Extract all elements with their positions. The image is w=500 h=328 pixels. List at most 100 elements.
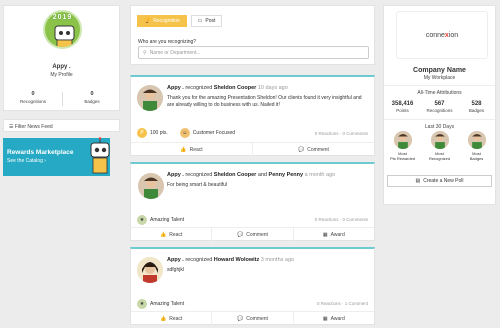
amazing-talent-badge-icon: ★ xyxy=(137,299,147,309)
post-meta: P 100 pts. ☺ Customer Focused xyxy=(137,128,235,138)
profile-card: 2019 Appy . My Profile 0 Recognitions 0 … xyxy=(3,5,120,111)
recipient-avatar[interactable] xyxy=(137,85,163,111)
badges-stat: 0 Badges xyxy=(63,91,121,104)
post-time: a month ago xyxy=(304,172,336,178)
leader-label: Most Badges xyxy=(458,151,495,161)
recognition-composer: 🏆 Recognition ▭ Post Who are you recogni… xyxy=(130,5,375,65)
post-header: Appy . recognized Sheldon Cooper and Pen… xyxy=(167,172,335,178)
poll-label: Create a New Poll xyxy=(423,178,464,184)
react-label: React xyxy=(189,147,203,153)
post-badge[interactable]: Amazing Talent xyxy=(150,301,184,307)
recognitions-stat: 567 Recognitions xyxy=(421,101,458,113)
post-header: Appy . recognized Sheldon Cooper 10 days… xyxy=(167,85,288,91)
react-button[interactable]: 👍 React xyxy=(131,228,213,242)
post-meta: ★ Amazing Talent xyxy=(137,299,184,309)
points-value: 358,416 xyxy=(391,101,414,107)
comment-label: Comment xyxy=(307,147,329,153)
tab-recognition[interactable]: 🏆 Recognition xyxy=(137,15,187,27)
points-icon: P xyxy=(137,128,147,138)
recipient-name[interactable]: Sheldon Cooper xyxy=(214,85,256,91)
badges-value: 528 xyxy=(471,101,482,107)
all-time-label: All-Time Attributions xyxy=(417,90,462,96)
most-badges[interactable]: Most Badges xyxy=(458,131,495,161)
post-message: Thank you for the amazing Presentation S… xyxy=(167,95,362,108)
post-meta: ★ Amazing Talent xyxy=(137,215,184,225)
comment-button[interactable]: 💬 Comment xyxy=(253,143,374,157)
tab-post-label: Post xyxy=(205,18,216,24)
post-badge[interactable]: Amazing Talent xyxy=(150,217,184,223)
react-label: React xyxy=(169,232,183,238)
logo-text-post: ion xyxy=(448,31,459,39)
badge-year: 2019 xyxy=(52,14,73,21)
recognitions-count: 0 xyxy=(31,91,35,97)
tab-recognition-label: Recognition xyxy=(153,18,180,24)
divider xyxy=(384,85,495,86)
comment-label: Comment xyxy=(246,316,268,322)
thumbs-up-icon: 👍 xyxy=(160,232,167,238)
award-label: Award xyxy=(330,316,345,322)
logo-text-pre: conne xyxy=(425,31,445,39)
post-counts[interactable]: 0 Reactions · 0 Comments xyxy=(315,217,368,222)
award-button[interactable]: ▦ Award xyxy=(294,228,374,242)
post-verb: recognized xyxy=(185,257,213,263)
badges-count: 0 xyxy=(90,91,94,97)
profile-name[interactable]: Appy . xyxy=(4,64,119,70)
author-name[interactable]: Appy . xyxy=(167,257,184,263)
person-avatar-icon xyxy=(430,131,449,149)
leader-avatar xyxy=(430,131,449,149)
author-name[interactable]: Appy . xyxy=(167,172,184,178)
recipient-name[interactable]: Howard Wolowitz xyxy=(214,257,259,263)
person-avatar-icon xyxy=(138,173,164,199)
thumbs-up-icon: 👍 xyxy=(160,316,167,322)
award-icon: ▦ xyxy=(322,316,328,322)
recognitions-stat: 0 Recognitions xyxy=(4,91,62,104)
document-icon: ▭ xyxy=(197,18,203,24)
recipient-search-input[interactable]: ⚲ Name or Department... xyxy=(138,46,369,59)
award-button[interactable]: ▦ Award xyxy=(294,312,374,326)
recipient-avatar[interactable] xyxy=(138,173,164,199)
post-header: Appy . recognized Howard Wolowitz 3 mont… xyxy=(167,257,294,263)
most-points-rewarded[interactable]: Most Pts Rewarded xyxy=(384,131,421,161)
badges-label: Badges xyxy=(84,99,100,104)
search-placeholder: Name or Department... xyxy=(149,49,201,56)
leader-label-line2: Badges xyxy=(469,156,484,161)
composer-tabs: 🏆 Recognition ▭ Post xyxy=(137,15,223,27)
post-message: sdfghjkl xyxy=(167,267,184,273)
person-avatar-icon xyxy=(467,131,486,149)
most-recognized[interactable]: Most Recognized xyxy=(421,131,458,161)
author-name[interactable]: Appy . xyxy=(167,85,184,91)
profile-avatar[interactable]: 2019 xyxy=(43,10,82,49)
react-button[interactable]: 👍 React xyxy=(131,143,253,157)
post-time: 3 months ago xyxy=(260,257,295,263)
recognitions-label: Recognitions xyxy=(19,99,46,104)
amazing-talent-badge-icon: ★ xyxy=(137,215,147,225)
recognitions-value: 567 xyxy=(434,101,445,107)
react-label: React xyxy=(169,316,183,322)
comment-button[interactable]: 💬 Comment xyxy=(212,228,294,242)
post-counts[interactable]: 0 Reactions · 1 Comment xyxy=(317,301,368,306)
recipient-name[interactable]: Sheldon Cooper xyxy=(214,172,256,178)
profile-link[interactable]: My Profile xyxy=(4,72,119,78)
company-logo[interactable]: conne x ion xyxy=(396,11,488,59)
trophy-icon: 🏆 xyxy=(144,18,151,24)
filter-label: Filter News Feed xyxy=(14,124,53,130)
filter-news-feed[interactable]: ☰ Filter News Feed xyxy=(3,119,120,132)
comment-button[interactable]: 💬 Comment xyxy=(212,312,294,326)
person-avatar-icon xyxy=(137,85,163,111)
tab-post[interactable]: ▭ Post xyxy=(190,15,223,27)
robot-mascot-icon xyxy=(90,137,110,174)
create-poll-button[interactable]: ▤ Create a New Poll xyxy=(387,175,492,187)
divider xyxy=(384,119,495,120)
react-button[interactable]: 👍 React xyxy=(131,312,213,326)
recipient-name[interactable]: Penny Penny xyxy=(269,172,304,178)
post-actions: 👍 React 💬 Comment ▦ Award xyxy=(131,312,374,326)
recipient-avatar[interactable] xyxy=(137,257,163,283)
feed-post: Appy . recognized Howard Wolowitz 3 mont… xyxy=(130,247,375,326)
workplace-link[interactable]: My Workplace xyxy=(384,75,495,81)
post-badge[interactable]: Customer Focused xyxy=(193,130,235,136)
leader-label-line2: Pts Rewarded xyxy=(389,156,416,161)
feed-post: Appy . recognized Sheldon Cooper and Pen… xyxy=(130,162,375,242)
post-actions: 👍 React 💬 Comment ▦ Award xyxy=(131,228,374,242)
post-points: 100 pts. xyxy=(150,130,168,136)
post-counts[interactable]: 0 Reactions · 0 Comments xyxy=(315,131,368,136)
